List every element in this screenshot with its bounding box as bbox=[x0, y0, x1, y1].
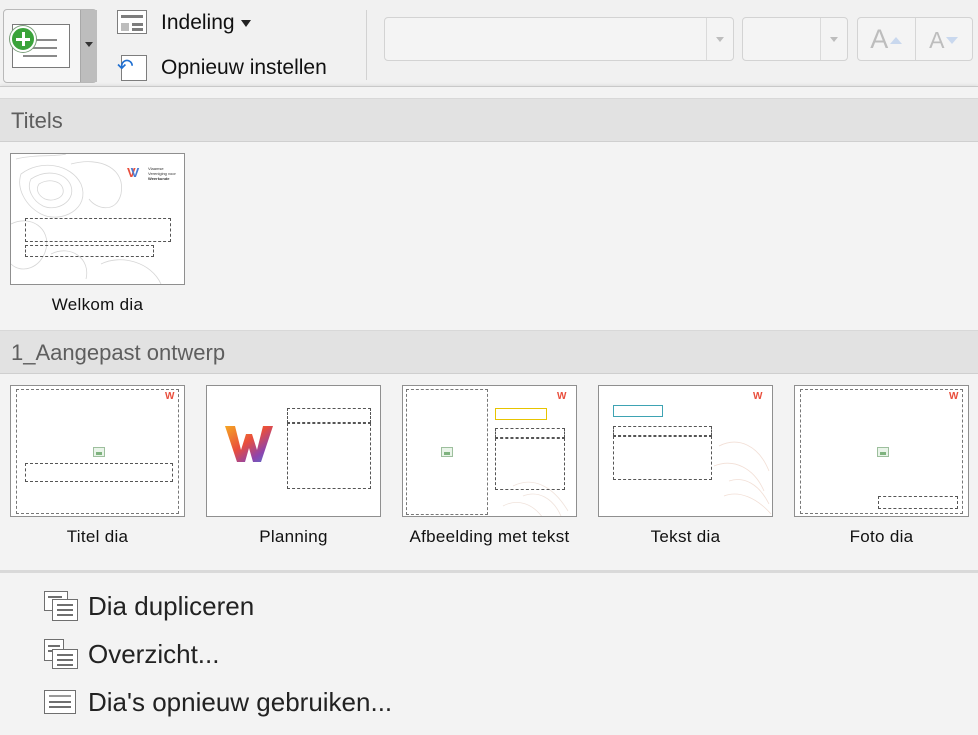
layout-item-welkom-dia[interactable]: VV Vlaamse Vereniging voor Weerkunde Wel… bbox=[10, 153, 188, 315]
image-placeholder-icon bbox=[93, 447, 105, 457]
layout-label: Planning bbox=[259, 527, 328, 546]
subtitle-placeholder bbox=[495, 428, 565, 438]
reuse-slides-command[interactable]: Dia's opnieuw gebruiken... bbox=[44, 682, 392, 722]
duplicate-slide-icon bbox=[44, 591, 78, 621]
content-placeholder bbox=[287, 423, 371, 489]
logo-text: Vlaamse Vereniging voor Weerkunde bbox=[148, 166, 176, 181]
layout-item-tekst-dia[interactable]: W Tekst dia bbox=[598, 385, 776, 547]
outline-label: Overzicht... bbox=[88, 638, 220, 669]
layout-thumbnail bbox=[206, 385, 381, 517]
shrink-font-glyph: A bbox=[929, 27, 945, 53]
reset-label: Opnieuw instellen bbox=[161, 56, 327, 79]
layout-thumbnail: W bbox=[598, 385, 773, 517]
reuse-slides-icon bbox=[44, 687, 78, 717]
arrow-up-icon bbox=[890, 37, 903, 45]
layout-item-foto-dia[interactable]: W Foto dia bbox=[794, 385, 972, 547]
arrow-down-icon bbox=[946, 37, 959, 45]
layout-item-afbeelding-met-tekst[interactable]: W Afbeelding met tekst bbox=[402, 385, 580, 547]
layout-label: Foto dia bbox=[849, 527, 914, 546]
logo-w-icon: W bbox=[165, 391, 175, 402]
layout-label: Tekst dia bbox=[650, 527, 721, 546]
shrink-font-button[interactable]: A bbox=[914, 18, 973, 60]
layout-label: Titel dia bbox=[66, 527, 129, 546]
caption-placeholder bbox=[878, 496, 958, 509]
title-placeholder bbox=[25, 463, 173, 482]
logo-w-icon: VV bbox=[127, 165, 140, 180]
duplicate-slide-label: Dia dupliceren bbox=[88, 590, 255, 621]
layout-icon bbox=[117, 10, 149, 36]
outline-icon bbox=[44, 639, 78, 669]
logo-w-icon bbox=[225, 426, 273, 462]
new-slide-dropdown-toggle[interactable] bbox=[80, 10, 97, 82]
logo-w-icon: W bbox=[949, 391, 959, 402]
image-placeholder-icon bbox=[441, 447, 453, 457]
layout-thumbnail: VV Vlaamse Vereniging voor Weerkunde bbox=[10, 153, 185, 285]
chevron-down-icon bbox=[240, 19, 251, 27]
content-placeholder bbox=[613, 436, 712, 480]
section-header-aangepast-ontwerp: 1_Aangepast ontwerp bbox=[0, 330, 978, 374]
grow-font-button[interactable]: A bbox=[858, 18, 915, 60]
reset-icon: ↶ bbox=[117, 55, 149, 81]
subtitle-placeholder bbox=[613, 426, 712, 436]
new-slide-button[interactable] bbox=[3, 9, 97, 83]
layout-label: Indeling bbox=[161, 11, 235, 34]
duplicate-slide-command[interactable]: Dia dupliceren bbox=[44, 586, 254, 626]
layout-button[interactable]: Indeling bbox=[117, 10, 251, 36]
font-size-combo[interactable] bbox=[742, 17, 848, 61]
layout-thumbnail: W bbox=[794, 385, 969, 517]
reset-button[interactable]: ↶ Opnieuw instellen bbox=[117, 55, 327, 81]
new-slide-main[interactable] bbox=[4, 10, 80, 82]
outline-command[interactable]: Overzicht... bbox=[44, 634, 219, 674]
layout-gallery: Titels VV Vlaamse Vereniging voor Weerku… bbox=[0, 86, 978, 735]
chevron-down-icon[interactable] bbox=[820, 18, 847, 60]
title-placeholder bbox=[25, 218, 171, 242]
ribbon-separator bbox=[366, 10, 367, 80]
image-placeholder-icon bbox=[877, 447, 889, 457]
title-placeholder bbox=[287, 408, 371, 423]
layout-item-titel-dia[interactable]: W Titel dia bbox=[10, 385, 188, 547]
layout-thumbnail: W bbox=[402, 385, 577, 517]
plus-icon bbox=[10, 26, 36, 52]
subtitle-placeholder bbox=[25, 245, 154, 257]
reuse-slides-label: Dia's opnieuw gebruiken... bbox=[88, 686, 393, 717]
layout-item-planning[interactable]: Planning bbox=[206, 385, 384, 547]
gallery-divider bbox=[0, 570, 978, 573]
content-placeholder bbox=[495, 438, 565, 490]
grow-font-glyph: A bbox=[870, 24, 889, 54]
font-name-combo[interactable] bbox=[384, 17, 734, 61]
chevron-down-icon[interactable] bbox=[706, 18, 733, 60]
logo-w-icon: W bbox=[753, 391, 763, 402]
title-placeholder bbox=[495, 408, 547, 420]
layout-label: Afbeelding met tekst bbox=[409, 527, 570, 546]
layout-thumbnail: W bbox=[10, 385, 185, 517]
layout-label: Welkom dia bbox=[51, 295, 144, 314]
logo-w-icon: W bbox=[557, 391, 567, 402]
ribbon: Indeling ↶ Opnieuw instellen A A bbox=[0, 0, 978, 86]
font-size-buttons: A A bbox=[857, 17, 973, 61]
chevron-down-icon bbox=[85, 42, 93, 47]
title-placeholder bbox=[613, 405, 663, 417]
section-header-titels: Titels bbox=[0, 98, 978, 142]
